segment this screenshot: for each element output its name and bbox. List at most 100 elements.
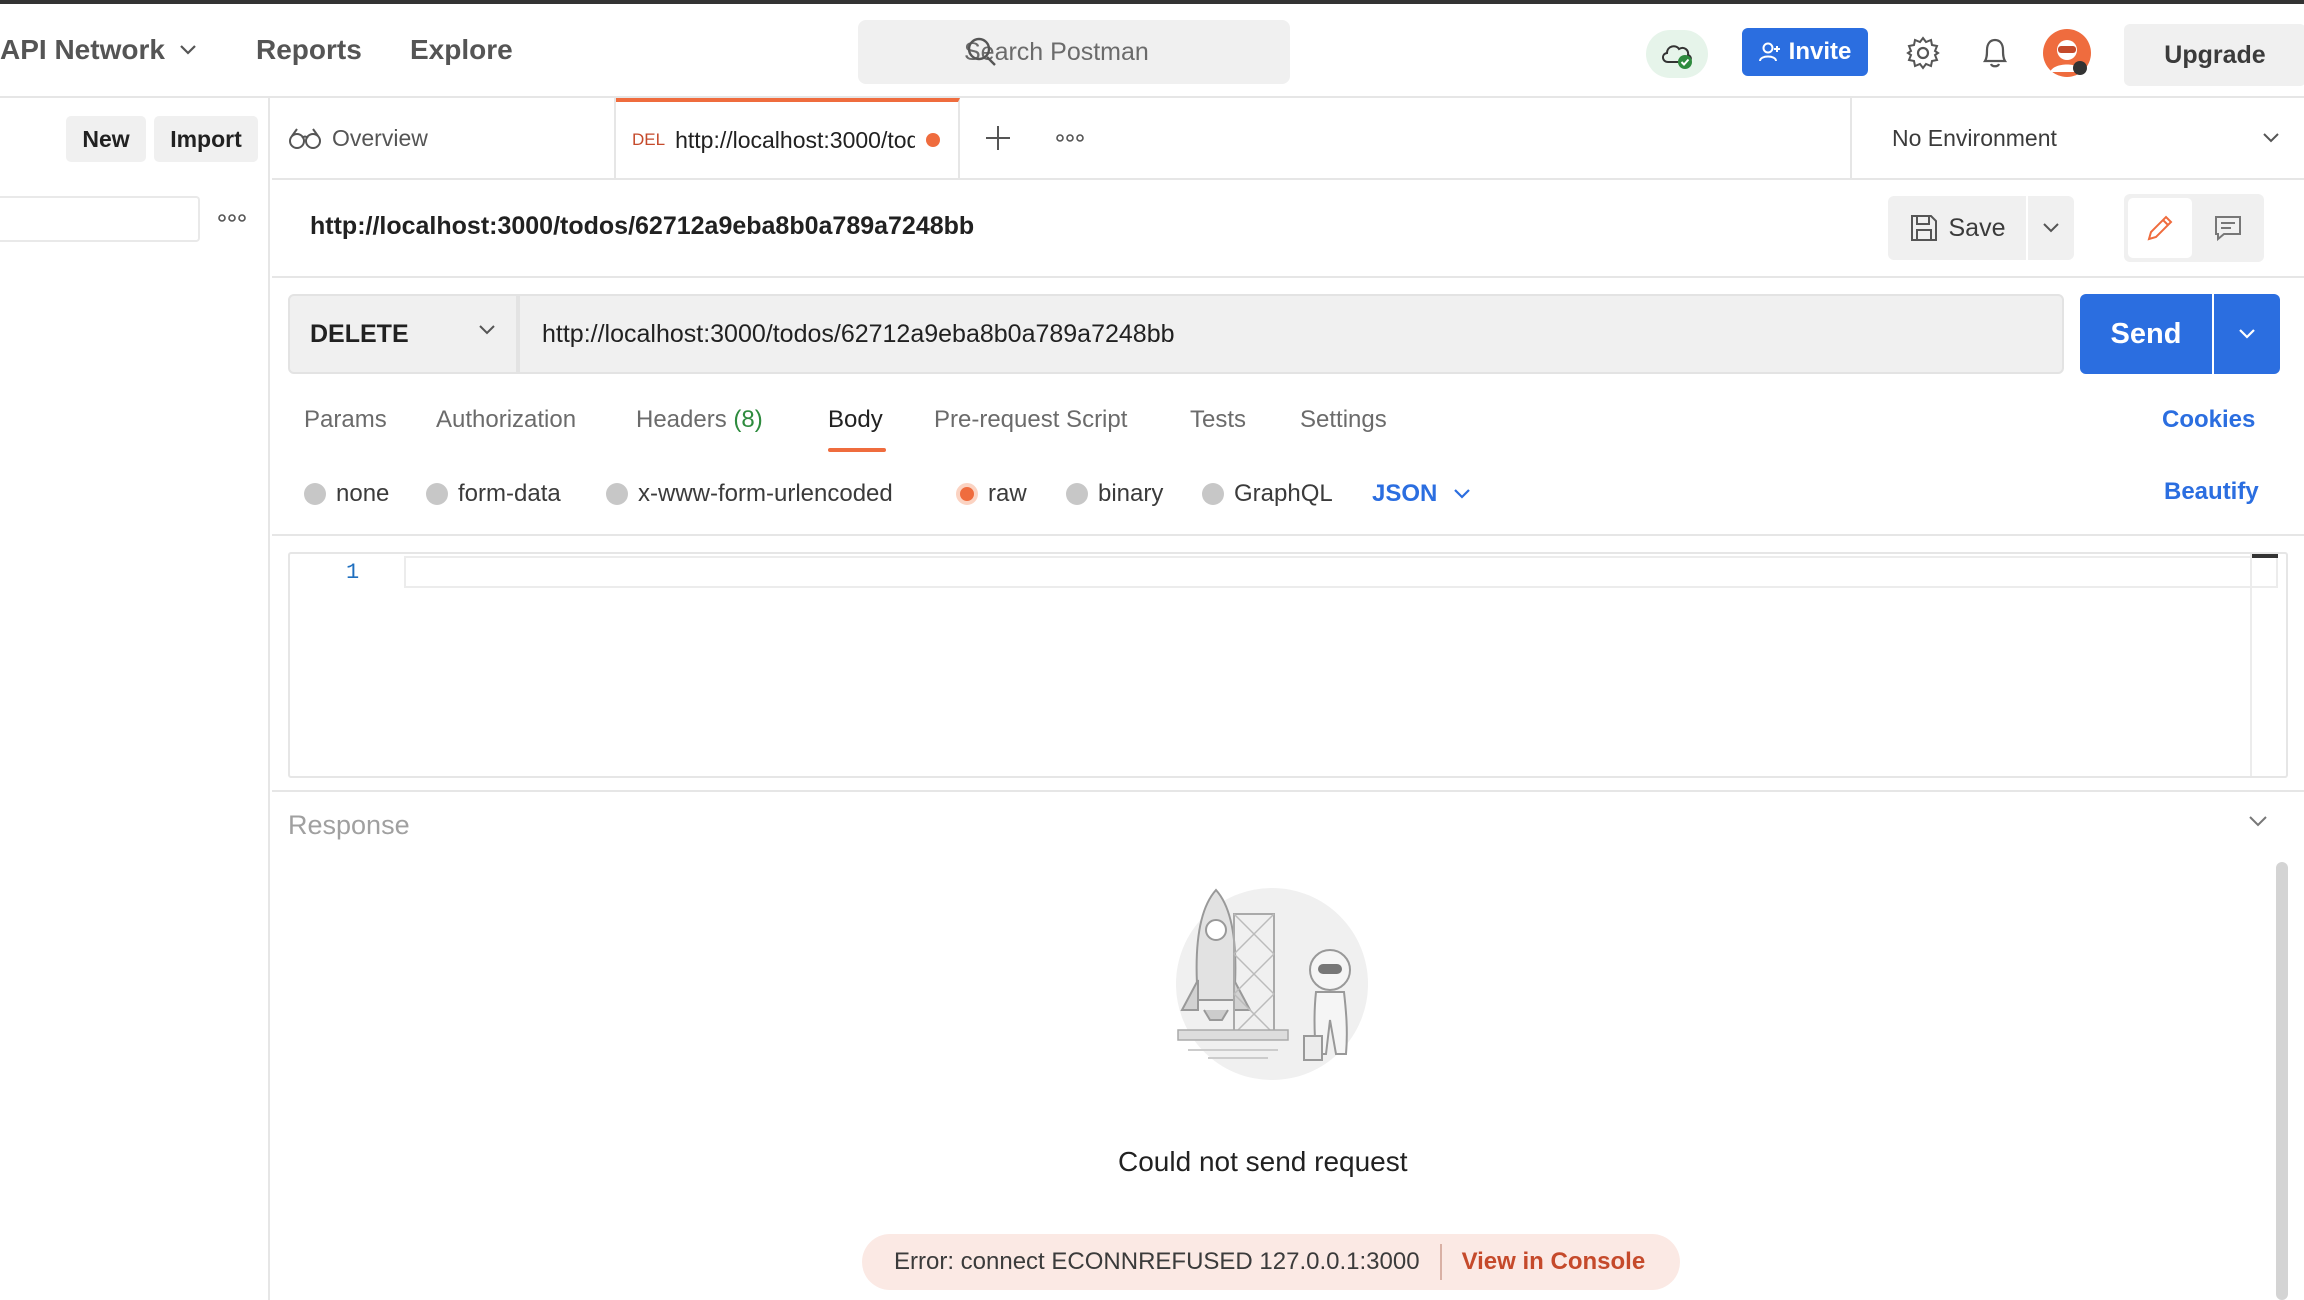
tab-request-url: http://localhost:3000/todos/62712a9eba8b… [675,126,916,153]
import-button[interactable]: Import [154,116,258,162]
body-type-urlencoded-label: x-www-form-urlencoded [638,480,893,507]
editor-scrollbar-track[interactable] [2250,554,2278,776]
chevron-down-icon [2042,222,2060,234]
tabs-more-options-icon[interactable] [1056,132,1084,144]
body-type-form-data-label: form-data [458,480,561,507]
chevron-down-icon [478,324,496,336]
tab-tests[interactable]: Tests [1190,406,1246,434]
tab-params[interactable]: Params [304,406,387,434]
tab-headers[interactable]: Headers (8) [636,406,763,434]
tab-overview[interactable]: Overview [272,98,616,178]
search-icon [966,36,998,68]
request-tabs-bar: Overview DEL http://localhost:3000/todos… [272,98,2304,180]
http-method-label: DELETE [310,319,409,348]
sync-status[interactable] [1646,30,1708,78]
overview-binoculars-icon [288,126,322,150]
invite-button[interactable]: Invite [1742,28,1868,76]
add-tab-plus-icon[interactable] [984,124,1012,152]
environment-label: No Environment [1892,124,2057,151]
chevron-down-icon [2238,328,2256,340]
body-type-form-data[interactable]: form-data [426,478,561,510]
body-type-urlencoded[interactable]: x-www-form-urlencoded [606,478,893,510]
environment-selector[interactable]: No Environment [1850,98,2304,178]
cookies-link[interactable]: Cookies [2162,406,2255,434]
settings-gear-icon[interactable] [1906,36,1940,70]
divider [272,790,2304,792]
line-number: 1 [346,560,360,585]
radio-graphql[interactable] [1202,483,1224,505]
tab-settings[interactable]: Settings [1300,406,1387,434]
radio-form-data[interactable] [426,483,448,505]
sidebar [0,98,270,1300]
tab-authorization[interactable]: Authorization [436,406,576,434]
tab-headers-label: Headers [636,406,727,433]
collapse-response-chevron-icon[interactable] [2248,814,2268,828]
more-options-icon[interactable] [218,212,246,224]
top-header: API Network Reports Explore Search Postm… [0,4,2304,98]
response-scrollbar[interactable] [2276,862,2288,1300]
error-title: Could not send request [1118,1146,1408,1177]
headers-count-badge: (8) [733,406,763,433]
radio-urlencoded[interactable] [606,483,628,505]
body-language-select[interactable]: JSON [1372,478,1471,510]
documentation-mode-button[interactable] [2196,198,2260,258]
tab-active-request[interactable]: DEL http://localhost:3000/todos/62712a9e… [616,98,960,178]
chevron-down-icon [179,44,197,56]
request-title[interactable]: http://localhost:3000/todos/62712a9eba8b… [310,212,974,241]
radio-raw-selected[interactable] [956,483,978,505]
http-method-select[interactable]: DELETE [288,294,518,374]
tab-body[interactable]: Body [828,406,883,434]
tab-method-badge: DEL [632,130,666,149]
save-disk-icon [1909,213,1939,243]
save-button[interactable]: Save [1888,196,2026,260]
new-button[interactable]: New [66,116,146,162]
active-editor-line[interactable] [404,556,2278,588]
tab-pre-request-script[interactable]: Pre-request Script [934,406,1127,434]
body-type-binary-label: binary [1098,480,1164,507]
response-title: Response [288,810,410,840]
nav-explore[interactable]: Explore [410,34,513,66]
active-tab-indicator [828,448,886,452]
divider [272,276,2304,278]
request-url-input[interactable] [518,294,2064,374]
body-type-none[interactable]: none [304,478,389,510]
chevron-down-icon [2262,132,2280,144]
global-search[interactable]: Search Postman [858,20,1290,84]
nav-api-network-label: API Network [0,34,165,65]
body-language-label: JSON [1372,480,1438,507]
cloud-sync-icon [1659,38,1695,70]
view-in-console-link[interactable]: View in Console [1462,1248,1646,1276]
save-options-dropdown[interactable] [2028,196,2074,260]
beautify-link[interactable]: Beautify [2164,478,2259,506]
error-message: Error: connect ECONNREFUSED 127.0.0.1:30… [894,1248,1420,1275]
tab-overview-label: Overview [332,124,428,151]
body-type-raw[interactable]: raw [956,478,1027,510]
edit-mode-button[interactable] [2128,198,2192,258]
radio-binary[interactable] [1066,483,1088,505]
body-type-graphql-label: GraphQL [1234,480,1333,507]
user-avatar[interactable] [2042,28,2092,78]
add-user-icon [1758,41,1781,63]
chevron-down-icon [1453,488,1471,500]
body-type-none-label: none [336,480,390,507]
unsaved-dot-icon [925,132,941,148]
divider [272,534,2304,536]
sidebar-filter-input[interactable] [0,196,200,242]
notifications-bell-icon[interactable] [1980,36,2010,70]
upgrade-button[interactable]: Upgrade [2124,24,2304,86]
body-type-raw-label: raw [988,480,1027,507]
send-button[interactable]: Send [2080,294,2212,374]
send-options-dropdown[interactable] [2214,294,2280,374]
comment-icon [2213,213,2243,243]
body-type-graphql[interactable]: GraphQL [1202,478,1333,510]
nav-api-network[interactable]: API Network [0,34,197,66]
pencil-icon [2145,213,2175,243]
divider [1439,1244,1442,1280]
editor-scrollbar-thumb[interactable] [2252,554,2278,558]
radio-none[interactable] [304,483,326,505]
save-label: Save [1948,213,2006,242]
rocket-astronaut-illustration [1148,870,1398,1090]
body-type-binary[interactable]: binary [1066,478,1163,510]
error-banner: Error: connect ECONNREFUSED 127.0.0.1:30… [862,1234,1680,1290]
nav-reports[interactable]: Reports [256,34,362,66]
